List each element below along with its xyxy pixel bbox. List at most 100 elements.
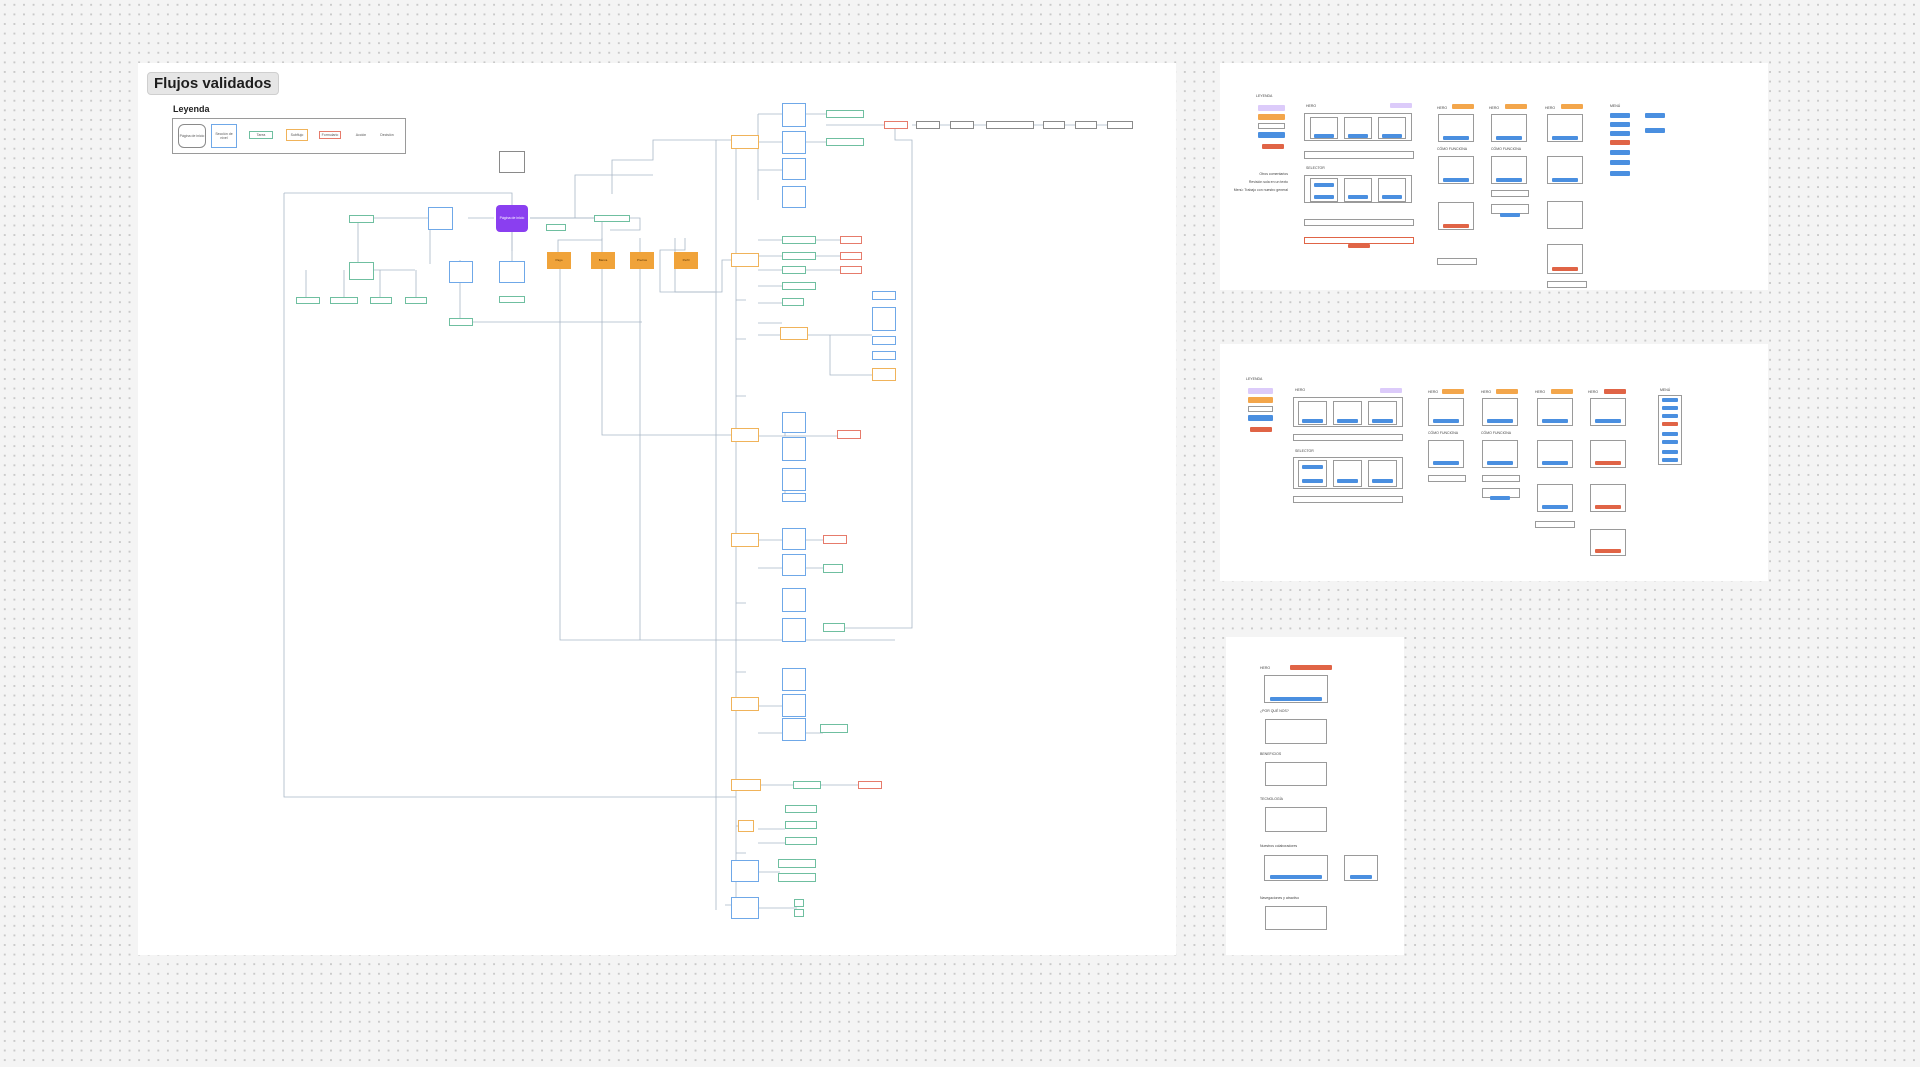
wf2-menu-3[interactable]	[1662, 414, 1678, 418]
wf2-menu-5[interactable]	[1662, 432, 1678, 436]
s9-task-1[interactable]	[794, 899, 804, 907]
node-header-link[interactable]	[594, 215, 630, 222]
wf1-col2-btn-2[interactable]	[1443, 178, 1469, 182]
section-top[interactable]	[731, 135, 759, 149]
node-menu[interactable]	[349, 215, 374, 223]
wf1-col3-btn-1[interactable]	[1496, 136, 1522, 140]
wf1-card-1-button[interactable]	[1314, 134, 1334, 138]
node-row-5[interactable]	[1075, 121, 1097, 129]
node-submenu[interactable]	[546, 224, 566, 231]
wf2-sel-btn-1[interactable]	[1302, 465, 1323, 469]
s5-task[interactable]	[820, 724, 848, 733]
wf1-col4-btn-1[interactable]	[1552, 136, 1578, 140]
wf2-menu-7[interactable]	[1662, 450, 1678, 454]
s9-task-2[interactable]	[794, 909, 804, 917]
s7-task-1[interactable]	[785, 821, 817, 829]
s5-node-1[interactable]	[782, 668, 806, 691]
node-group[interactable]	[349, 262, 374, 280]
wf1-sel-btn-4[interactable]	[1382, 195, 1402, 199]
s2-list-2[interactable]	[872, 307, 896, 331]
s2-list-3[interactable]	[872, 336, 896, 345]
wf1-col3-btn-3[interactable]	[1500, 213, 1520, 217]
node-center-c[interactable]	[499, 296, 525, 303]
process-node-banca[interactable]: Banca	[591, 252, 615, 269]
wf1-card-2-button[interactable]	[1348, 134, 1368, 138]
wf2-col5-btn-4[interactable]	[1595, 549, 1621, 553]
s2-subflow[interactable]	[780, 327, 808, 340]
s4-form[interactable]	[823, 535, 847, 544]
wf2-col4-btn-1[interactable]	[1542, 419, 1568, 423]
s2-list-4[interactable]	[872, 351, 896, 360]
node-top-task-2[interactable]	[826, 138, 864, 146]
s2-form-2[interactable]	[840, 252, 862, 260]
node-leaf-3[interactable]	[370, 297, 392, 304]
s6-task-2[interactable]	[785, 805, 817, 813]
process-node-perfil[interactable]: Perfil	[674, 252, 698, 269]
wf2-col5-btn-1[interactable]	[1595, 419, 1621, 423]
s3-node-1[interactable]	[782, 412, 806, 433]
section-6[interactable]	[731, 779, 761, 791]
s4-task[interactable]	[823, 564, 843, 573]
wf2-col5-btn-2[interactable]	[1595, 461, 1621, 465]
s5-node-2[interactable]	[782, 694, 806, 717]
s2-task-1[interactable]	[782, 236, 816, 244]
wf2-col4-btn-2[interactable]	[1542, 461, 1568, 465]
s2-task-5[interactable]	[782, 298, 804, 306]
node-top-1[interactable]	[782, 103, 806, 127]
node-row-3[interactable]	[986, 121, 1034, 129]
wf2-menu-1[interactable]	[1662, 398, 1678, 402]
wf2-col3-btn-2[interactable]	[1487, 461, 1513, 465]
node-left-section[interactable]	[428, 207, 453, 230]
s3-node-2[interactable]	[782, 437, 806, 461]
wf1-col2-red[interactable]	[1443, 224, 1469, 228]
section-9[interactable]	[731, 897, 759, 919]
wf2-menu-4[interactable]	[1662, 422, 1678, 426]
node-leaf-4[interactable]	[405, 297, 427, 304]
wf2-card-1-btn[interactable]	[1302, 419, 1323, 423]
wf2-col3-btn-1[interactable]	[1487, 419, 1513, 423]
s2-task-2[interactable]	[782, 252, 816, 260]
wf2-menu-6[interactable]	[1662, 440, 1678, 444]
process-node-pago[interactable]: Pago	[547, 252, 571, 269]
node-top-task-1[interactable]	[826, 110, 864, 118]
s4-task-2[interactable]	[823, 623, 845, 632]
wf1-menu-2[interactable]	[1610, 122, 1630, 127]
wf1-red-chip[interactable]	[1348, 244, 1370, 248]
s4-node-2[interactable]	[782, 554, 806, 576]
wf2-card-3-btn[interactable]	[1372, 419, 1393, 423]
wf2-sel-btn-4[interactable]	[1372, 479, 1393, 483]
home-node[interactable]: Página de inicio	[496, 205, 528, 232]
wf1-menu-5[interactable]	[1610, 150, 1630, 155]
section-4[interactable]	[731, 533, 759, 547]
wf1-menu-1[interactable]	[1610, 113, 1630, 118]
wf2-col5-btn-3[interactable]	[1595, 505, 1621, 509]
s5-node-3[interactable]	[782, 718, 806, 741]
wf2-card-2-btn[interactable]	[1337, 419, 1358, 423]
wf1-menu-3[interactable]	[1610, 131, 1630, 136]
node-center-a[interactable]	[449, 261, 473, 283]
node-top-2[interactable]	[782, 131, 806, 154]
wf2-sel-btn-3[interactable]	[1337, 479, 1358, 483]
s7-task-2[interactable]	[785, 837, 817, 845]
node-row-4[interactable]	[1043, 121, 1065, 129]
node-top-3[interactable]	[782, 158, 806, 180]
s2-task-4[interactable]	[782, 282, 816, 290]
node-top-4[interactable]	[782, 186, 806, 208]
wf1-col4-red[interactable]	[1552, 267, 1578, 271]
wf3-card-5b-btn[interactable]	[1350, 875, 1372, 879]
s3-node-4[interactable]	[782, 493, 806, 502]
section-2[interactable]	[731, 253, 759, 267]
wf1-card-3-button[interactable]	[1382, 134, 1402, 138]
wf1-menu-7[interactable]	[1610, 171, 1630, 176]
node-center-b[interactable]	[499, 261, 525, 283]
node-row-6[interactable]	[1107, 121, 1133, 129]
wf2-col2-btn-2[interactable]	[1433, 461, 1459, 465]
node-form-top[interactable]	[884, 121, 908, 129]
s2-form-3[interactable]	[840, 266, 862, 274]
wf3-card-5-btn[interactable]	[1270, 875, 1322, 879]
section-8[interactable]	[731, 860, 759, 882]
wf1-menu-8[interactable]	[1645, 113, 1665, 118]
node-service[interactable]	[499, 151, 525, 173]
wf1-sel-btn-2[interactable]	[1314, 195, 1334, 199]
wf2-menu-2[interactable]	[1662, 406, 1678, 410]
